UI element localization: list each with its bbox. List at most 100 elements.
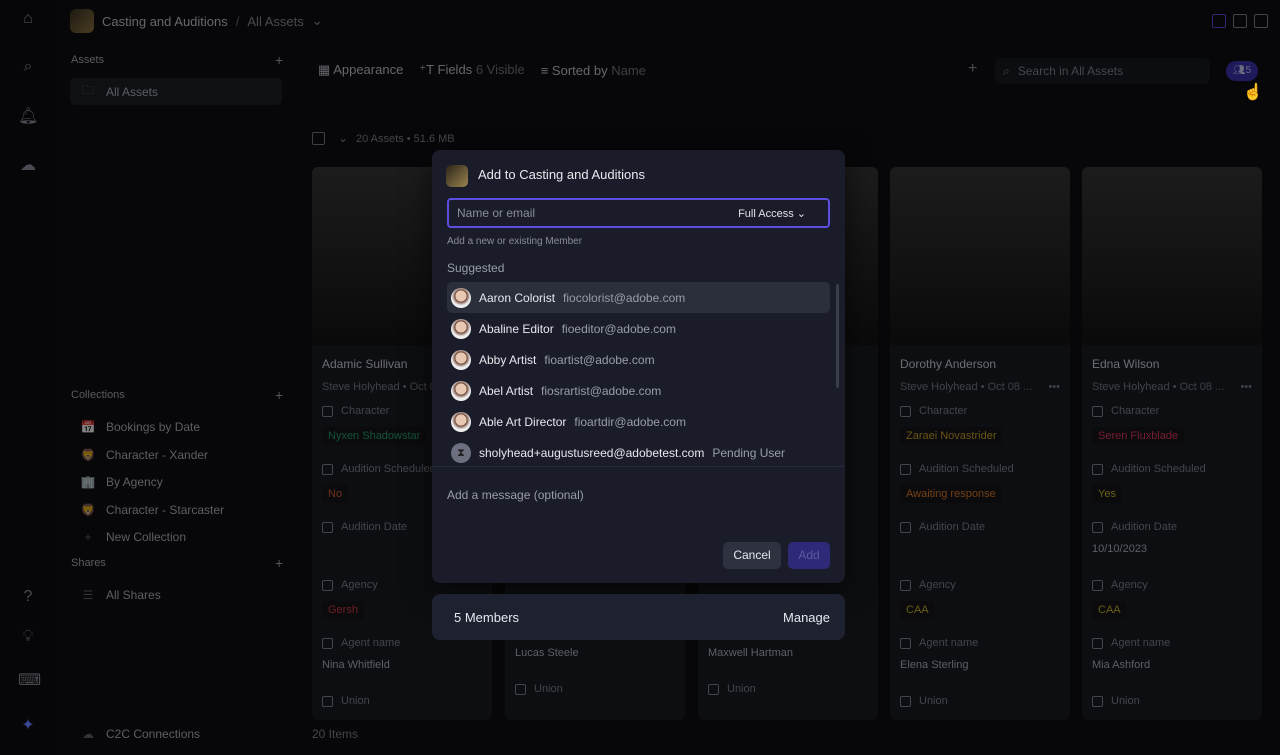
chevron-down-icon[interactable]: ⌄ (312, 13, 323, 29)
app-logo-icon[interactable]: ✦ (18, 715, 38, 735)
suggested-user[interactable]: Abby Artist fioartist@adobe.com (447, 344, 830, 375)
search-input[interactable]: ⌕ Search in All Assets (995, 58, 1210, 84)
collection-item[interactable]: 🦁 Character - Xander (70, 441, 282, 468)
members-button[interactable]: 👥︎5 (1226, 61, 1258, 81)
collection-item[interactable]: 🦁 Character - Starcaster (70, 496, 282, 523)
add-asset-icon[interactable]: + (275, 52, 283, 68)
chevron-down-icon[interactable]: ⌄ (338, 131, 348, 145)
field-type-icon (322, 521, 333, 533)
appearance-label: Appearance (333, 62, 404, 77)
field-type-icon (1092, 637, 1103, 649)
field-value[interactable]: Maxwell Hartman (708, 647, 793, 659)
field-type-icon (900, 579, 911, 591)
bell-icon[interactable]: 🔔︎ (18, 106, 38, 126)
sidebar-item-c2c[interactable]: ☁ C2C Connections (70, 720, 282, 747)
more-options-icon[interactable]: ••• (1048, 381, 1060, 393)
split-panel-icon[interactable] (1233, 14, 1247, 28)
suggested-user[interactable]: Abel Artist fiosrartist@adobe.com (447, 375, 830, 406)
field-value[interactable]: Nyxen Shadowstar (322, 427, 427, 445)
field-value[interactable]: Elena Sterling (900, 659, 969, 671)
suggested-list: Aaron Colorist fiocolorist@adobe.com Aba… (447, 282, 830, 468)
field-label: Agent name (919, 637, 979, 649)
sidebar-item-label: C2C Connections (106, 726, 201, 741)
new-collection-button[interactable]: + New Collection (70, 523, 282, 550)
field-label: Union (341, 695, 370, 707)
message-input[interactable]: Add a message (optional) (447, 488, 584, 502)
suggested-user[interactable]: ⧗ sholyhead+augustusreed@adobetest.com P… (447, 437, 830, 468)
hourglass-icon: ⧗ (451, 442, 471, 463)
collections-header: Collections (71, 389, 125, 401)
field-value[interactable]: CAA (1092, 601, 1127, 619)
field-value[interactable]: Yes (1092, 485, 1122, 503)
sidebar-item-all-assets[interactable]: 🗀 All Assets (70, 78, 282, 105)
field-value[interactable]: No (322, 485, 349, 503)
field-value[interactable]: Lucas Steele (515, 647, 579, 659)
suggested-header: Suggested (447, 261, 505, 275)
breadcrumb-project[interactable]: Casting and Auditions (102, 14, 228, 29)
list-scrollbar[interactable] (836, 284, 839, 388)
suggested-user[interactable]: Able Art Director fioartdir@adobe.com (447, 406, 830, 437)
field-value[interactable]: Nina Whitfield (322, 659, 390, 671)
suggested-user[interactable]: Aaron Colorist fiocolorist@adobe.com (447, 282, 830, 313)
manage-button[interactable]: Manage (783, 610, 830, 625)
search-icon[interactable]: ⌕ (18, 58, 38, 78)
field-value[interactable]: Seren Fluxblade (1092, 427, 1185, 445)
field-label: Union (919, 695, 948, 707)
field-agent: Agent name Elena Sterling (890, 635, 1070, 683)
field-label: Audition Scheduled (1111, 463, 1206, 475)
cancel-button[interactable]: Cancel (723, 542, 781, 569)
help-icon[interactable]: ? (18, 588, 38, 608)
add-button[interactable]: Add (788, 542, 830, 569)
access-level-dropdown[interactable]: Full Access ⌄ (738, 207, 806, 220)
field-label: Agent name (1111, 637, 1171, 649)
add-icon[interactable]: + (968, 60, 977, 78)
field-character: Character Seren Fluxblade (1082, 403, 1262, 451)
field-type-icon (1092, 579, 1103, 591)
name-or-email-input[interactable] (457, 206, 697, 220)
collection-item[interactable]: 🏢 By Agency (70, 468, 282, 495)
sort-button[interactable]: ≡ Sorted by Name (541, 63, 646, 78)
add-share-icon[interactable]: + (275, 555, 283, 571)
collection-label: By Agency (106, 474, 163, 489)
field-value[interactable]: Awaiting response (900, 485, 1002, 503)
field-value[interactable]: Zaraei Novastrider (900, 427, 1003, 445)
sidebar-item-all-shares[interactable]: ☰ All Shares (70, 581, 282, 608)
home-icon[interactable]: ⌂ (18, 10, 38, 30)
field-label: Union (1111, 695, 1140, 707)
asset-card[interactable]: Edna Wilson Steve Holyhead • Oct 08 ... •… (1082, 167, 1262, 720)
field-type-icon (1092, 463, 1103, 475)
asset-thumbnail (890, 167, 1070, 345)
user-name: Abel Artist (479, 383, 534, 398)
asset-meta: Steve Holyhead • Oct 08 ... (900, 381, 1033, 393)
left-panel-icon[interactable] (1212, 14, 1226, 28)
right-panel-icon[interactable] (1254, 14, 1268, 28)
asset-card[interactable]: Dorothy Anderson Steve Holyhead • Oct 08… (890, 167, 1070, 720)
field-audition: Audition Scheduled Awaiting response (890, 461, 1070, 509)
collection-item[interactable]: 📅 Bookings by Date (70, 413, 282, 440)
more-options-icon[interactable]: ••• (1240, 381, 1252, 393)
fields-button[interactable]: ⁺T Fields 6 Visible (419, 62, 524, 78)
field-value[interactable]: Gersh (322, 601, 364, 619)
select-all-checkbox[interactable] (312, 132, 325, 145)
add-collection-icon[interactable]: + (275, 387, 283, 403)
field-label: Audition Date (341, 521, 408, 533)
assets-header: Assets (71, 54, 105, 66)
field-type-icon (322, 405, 333, 417)
field-type-icon (900, 463, 911, 475)
lightbulb-icon[interactable]: 💡︎ (18, 628, 38, 648)
cloud-upload-icon[interactable]: ☁ (18, 155, 38, 175)
field-label: Agency (341, 579, 378, 591)
field-label: Agency (919, 579, 956, 591)
field-value[interactable]: Mia Ashford (1092, 659, 1150, 671)
field-value[interactable]: 10/10/2023 (1092, 543, 1147, 555)
keyboard-icon[interactable]: ⌨ (18, 670, 41, 690)
user-email: fiocolorist@adobe.com (563, 290, 686, 305)
project-logo (70, 9, 94, 33)
breadcrumb-current[interactable]: All Assets (247, 14, 303, 29)
field-value[interactable]: CAA (900, 601, 935, 619)
user-name: Abby Artist (479, 352, 537, 367)
asset-name: Edna Wilson (1092, 357, 1160, 371)
appearance-button[interactable]: ▦ Appearance (318, 62, 403, 78)
field-audition: Audition Scheduled Yes (1082, 461, 1262, 509)
suggested-user[interactable]: Abaline Editor fioeditor@adobe.com (447, 313, 830, 344)
